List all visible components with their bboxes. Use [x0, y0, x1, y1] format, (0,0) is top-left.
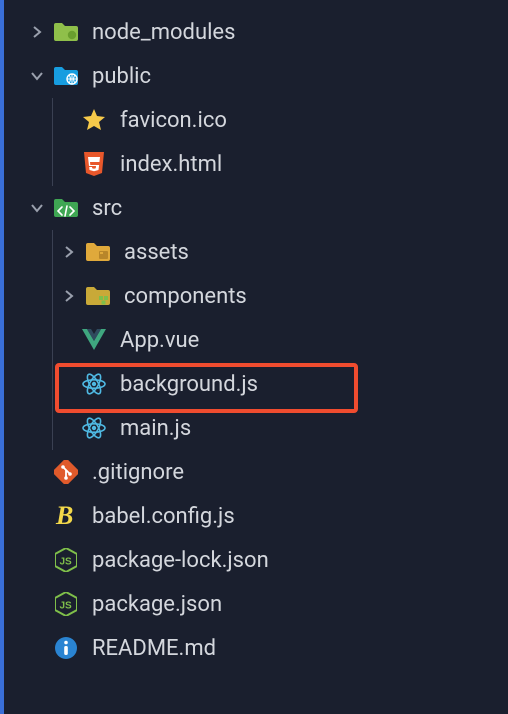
tree-item-label: background.js [120, 372, 258, 397]
tree-item-assets[interactable]: assets [4, 230, 508, 274]
tree-item-index-html[interactable]: index.html [4, 142, 508, 186]
tree-item-label: App.vue [120, 328, 199, 353]
tree-item-node-modules[interactable]: node_modules [4, 10, 508, 54]
tree-item-src[interactable]: src [4, 186, 508, 230]
chevron-right-icon [60, 246, 78, 258]
indent-guide [52, 362, 53, 406]
vue-icon [80, 326, 108, 354]
svg-text:B: B [55, 503, 73, 529]
html5-icon [80, 150, 108, 178]
tree-item-favicon[interactable]: favicon.ico [4, 98, 508, 142]
tree-item-components[interactable]: components [4, 274, 508, 318]
tree-item-gitignore[interactable]: .gitignore [4, 450, 508, 494]
folder-assets-icon [84, 238, 112, 266]
indent-guide [52, 274, 53, 318]
nodejs-icon: JS [52, 546, 80, 574]
nodejs-icon: JS [52, 590, 80, 618]
tree-item-label: node_modules [92, 20, 235, 45]
file-tree: node_modules public favicon.ico index.ht… [4, 10, 508, 670]
tree-item-label: babel.config.js [92, 504, 235, 529]
tree-item-background-js[interactable]: background.js [4, 362, 508, 406]
tree-item-app-vue[interactable]: App.vue [4, 318, 508, 362]
tree-item-label: public [92, 64, 151, 89]
babel-icon: B [52, 502, 80, 530]
star-icon [80, 106, 108, 134]
tree-item-label: README.md [92, 636, 216, 661]
chevron-down-icon [28, 70, 46, 82]
tree-item-label: .gitignore [92, 460, 184, 485]
tree-item-label: src [92, 196, 122, 221]
info-icon [52, 634, 80, 662]
tree-item-label: package.json [92, 592, 222, 617]
tree-item-package-json[interactable]: JS package.json [4, 582, 508, 626]
tree-item-babel-config[interactable]: B babel.config.js [4, 494, 508, 538]
tree-item-package-lock[interactable]: JS package-lock.json [4, 538, 508, 582]
chevron-down-icon [28, 202, 46, 214]
tree-item-label: index.html [120, 152, 222, 177]
react-icon [80, 414, 108, 442]
tree-item-label: main.js [120, 416, 191, 441]
folder-components-icon [84, 282, 112, 310]
tree-item-label: package-lock.json [92, 548, 269, 573]
svg-text:JS: JS [60, 601, 73, 612]
git-icon [52, 458, 80, 486]
chevron-right-icon [60, 290, 78, 302]
tree-item-public[interactable]: public [4, 54, 508, 98]
tree-item-label: favicon.ico [120, 108, 227, 133]
indent-guide [52, 406, 53, 450]
indent-guide [52, 142, 53, 186]
tree-item-readme[interactable]: README.md [4, 626, 508, 670]
tree-item-main-js[interactable]: main.js [4, 406, 508, 450]
folder-icon [52, 18, 80, 46]
indent-guide [52, 318, 53, 362]
svg-text:JS: JS [60, 557, 73, 568]
indent-guide [52, 230, 53, 274]
indent-guide [52, 98, 53, 142]
folder-public-icon [52, 62, 80, 90]
tree-item-label: components [124, 284, 247, 309]
react-icon [80, 370, 108, 398]
tree-item-label: assets [124, 240, 189, 265]
chevron-right-icon [28, 26, 46, 38]
folder-src-icon [52, 194, 80, 222]
